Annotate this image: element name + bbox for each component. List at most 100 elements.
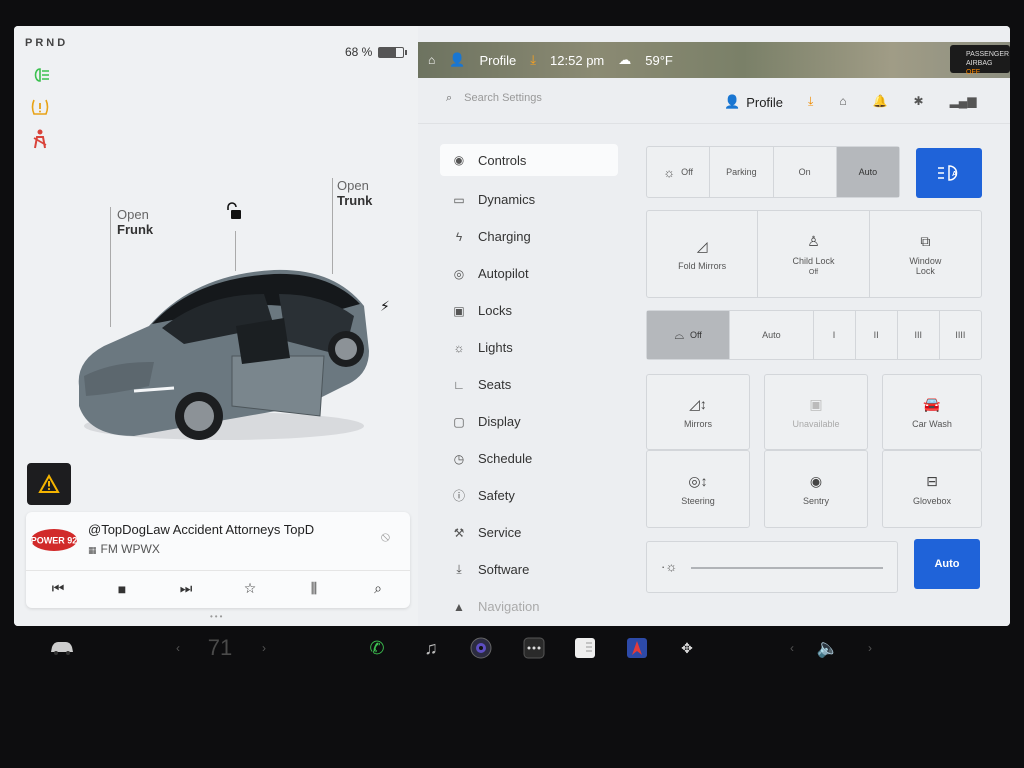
wiper-level-label: IIII [955, 330, 966, 340]
window-lock-button[interactable]: ⧉ Window Lock [870, 211, 981, 297]
nav-item-controls[interactable]: ◉ Controls [440, 144, 618, 176]
headlights-on-option[interactable]: On [774, 147, 837, 197]
wiper-speed-4[interactable]: IIII [940, 311, 981, 359]
nav-label: Autopilot [478, 266, 529, 281]
wiper-off-option[interactable]: ⌓ Off [647, 311, 731, 359]
volume-speaker-icon[interactable]: 🔈 [814, 628, 842, 668]
settings-pane: ⌂ 👤 Profile ⤓ 12:52 pm ☁ 59°F PASSENGER … [418, 26, 1010, 626]
brightness-auto-button[interactable]: Auto [914, 539, 980, 589]
nav-label: Schedule [478, 451, 533, 466]
unlock-icon[interactable] [224, 202, 242, 225]
car-wash-button[interactable]: 🚘 Car Wash [882, 374, 982, 450]
wiper-icon: ⌓ [674, 327, 684, 342]
station-logo: POWER 92 [30, 528, 78, 552]
download-icon: ⤓ [530, 52, 537, 67]
bottom-dock: ‹ 71 › ✆ ♫ ✥ ‹ 🔈 › [0, 628, 1024, 678]
nav-item-charging[interactable]: ϟ Charging [440, 218, 618, 255]
auto-high-beam-button[interactable]: A [916, 148, 982, 198]
headlights-telltale-icon [28, 64, 52, 86]
wiper-speed-2[interactable]: II [856, 311, 898, 359]
battery-percent: 68 % [345, 45, 373, 59]
temp-up-icon[interactable]: › [258, 628, 270, 668]
nav-item-schedule[interactable]: ◷ Schedule [440, 440, 618, 477]
nav-item-display[interactable]: ▢ Display [440, 403, 618, 440]
headlights-auto-option[interactable]: Auto [836, 147, 899, 197]
driver-temp[interactable]: 71 [200, 628, 240, 668]
nav-label: Display [478, 414, 521, 429]
car-status-pane: PRND 68 % Open Frunk Open Trunk ⚡ POWER … [14, 26, 418, 626]
seat-icon: ∟ [453, 377, 465, 392]
steering-icon: ◎ [453, 266, 465, 281]
fold-mirrors-button[interactable]: ◿ Fold Mirrors [647, 211, 759, 297]
headlights-parking-option[interactable]: Parking [710, 147, 774, 197]
music-icon[interactable]: ♫ [418, 628, 444, 668]
tidal-app-icon[interactable]: ✥ [674, 628, 700, 668]
bluetooth-icon[interactable]: ✱ [914, 94, 924, 109]
window-lock-text-1: Window [909, 255, 942, 266]
more-apps-icon[interactable] [522, 628, 546, 668]
nav-item-dynamics[interactable]: ▭ Dynamics [440, 181, 618, 218]
search-icon[interactable]: ⌕ [363, 580, 393, 597]
mirrors-adjust-button[interactable]: ◿↕ Mirrors [646, 374, 750, 450]
previous-track-icon[interactable]: ⏮ [43, 580, 73, 597]
next-track-icon[interactable]: ⏭ [171, 580, 201, 597]
nav-item-navigation[interactable]: ▲ Navigation [440, 588, 618, 625]
nav-item-locks[interactable]: ▣ Locks [440, 292, 618, 329]
equalizer-icon[interactable]: ⫼ [299, 580, 329, 597]
nav-item-software[interactable]: ⤓ Software [440, 551, 618, 588]
nav-item-safety[interactable]: ⓘ Safety [440, 477, 618, 514]
profile-button[interactable]: 👤 Profile [724, 94, 783, 110]
open-frunk-label[interactable]: Open Frunk [117, 207, 153, 237]
notification-bell-icon[interactable]: 🔔 [873, 94, 888, 109]
sentry-icon: ◉ [809, 472, 823, 489]
homelink-icon[interactable]: ⌂ [839, 94, 846, 109]
volume-up-icon[interactable]: › [864, 628, 876, 668]
nav-label: Service [478, 525, 522, 540]
download-icon: ⤓ [456, 562, 462, 576]
volume-down-icon[interactable]: ‹ [786, 628, 798, 668]
mute-icon[interactable]: ⦸ [381, 528, 390, 545]
child-lock-button[interactable]: ♙ Child Lock Off [758, 211, 870, 297]
airbag-line1: PASSENGER [966, 51, 1010, 58]
open-trunk-label[interactable]: Open Trunk [337, 178, 372, 208]
wiper-speed-3[interactable]: III [898, 311, 940, 359]
steering-adjust-button[interactable]: ◎↕ Steering [646, 450, 750, 528]
map-profile[interactable]: Profile [479, 53, 516, 68]
nav-label: Safety [478, 488, 515, 503]
radio-icon: ▦ [88, 545, 97, 555]
wiper-auto-option[interactable]: Auto [730, 311, 814, 359]
headlights-off-option[interactable]: ☼ Off [647, 147, 711, 197]
passenger-airbag-indicator: PASSENGER AIRBAG OFF [950, 45, 1010, 76]
nav-item-service[interactable]: ⚒ Service [440, 514, 618, 551]
notes-app-icon[interactable] [572, 628, 598, 668]
trunk-label-top: Open [337, 178, 369, 193]
nav-item-autopilot[interactable]: ◎ Autopilot [440, 255, 618, 292]
wiper-speed-1[interactable]: I [814, 311, 856, 359]
car-menu-icon[interactable] [46, 628, 78, 668]
dashcam-icon: ▣ [809, 395, 823, 412]
glovebox-button[interactable]: ⊟ Glovebox [882, 450, 982, 528]
nav-label: Software [478, 562, 530, 577]
slider-track[interactable] [691, 567, 883, 569]
temp-down-icon[interactable]: ‹ [172, 628, 184, 668]
trunk-leader-line [332, 178, 333, 274]
nav-item-lights[interactable]: ☼ Lights [440, 329, 618, 366]
favorite-star-icon[interactable]: ☆ [235, 580, 265, 597]
phone-icon[interactable]: ✆ [364, 628, 390, 668]
nav-label: Seats [478, 377, 512, 392]
frunk-label-bottom: Frunk [117, 222, 154, 237]
stop-icon[interactable]: ■ [107, 581, 137, 597]
sentry-button[interactable]: ◉ Sentry [764, 450, 868, 528]
search-settings[interactable]: ⌕ Search Settings [446, 92, 542, 105]
profile-label: Profile [746, 94, 784, 110]
download-update-icon[interactable]: ⤓ [808, 94, 813, 109]
warning-button[interactable] [27, 463, 71, 505]
camera-icon[interactable] [468, 628, 494, 668]
brightness-slider[interactable]: ·☼ [646, 541, 898, 593]
garage-icon[interactable]: ⌂ [428, 53, 435, 67]
nav-label: Charging [478, 229, 531, 244]
navigation-app-icon[interactable] [624, 628, 650, 668]
nav-item-seats[interactable]: ∟ Seats [440, 366, 618, 403]
wiper-level-label: II [873, 330, 879, 340]
nav-label: Controls [478, 152, 527, 168]
